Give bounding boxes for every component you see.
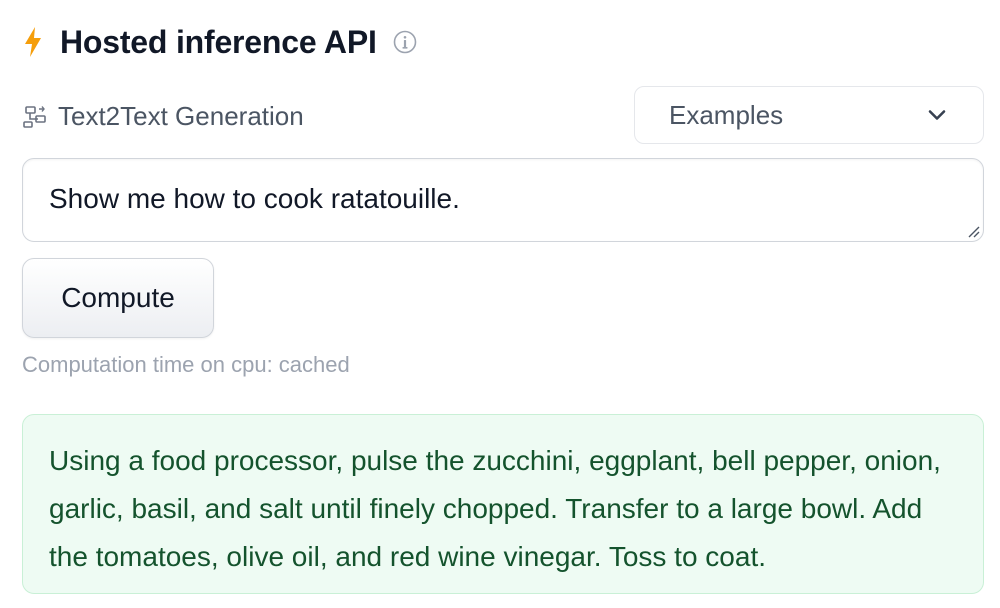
output-panel: Using a food processor, pulse the zucchi… [22,414,984,594]
info-icon[interactable] [393,30,417,54]
lightning-icon [25,27,41,57]
chevron-down-icon [928,110,946,120]
input-text: Show me how to cook ratatouille. [49,183,460,214]
widget-header: Hosted inference API [22,20,417,64]
task-label: Text2Text Generation [58,101,304,131]
computation-time: Computation time on cpu: cached [22,352,350,377]
resize-handle-icon[interactable] [964,222,980,238]
task-row: Text2Text Generation Examples [22,86,984,146]
examples-dropdown[interactable]: Examples [634,86,984,144]
input-textarea[interactable]: Show me how to cook ratatouille. [22,158,984,242]
task-link[interactable]: Text2Text Generation [22,101,304,132]
compute-button[interactable]: Compute [22,258,214,338]
inference-widget: Hosted inference API Text2Text Generatio… [0,0,1000,608]
text2text-generation-icon [23,105,46,128]
examples-label: Examples [669,99,784,130]
output-text: Using a food processor, pulse the zucchi… [49,445,941,572]
widget-title: Hosted inference API [60,23,377,60]
